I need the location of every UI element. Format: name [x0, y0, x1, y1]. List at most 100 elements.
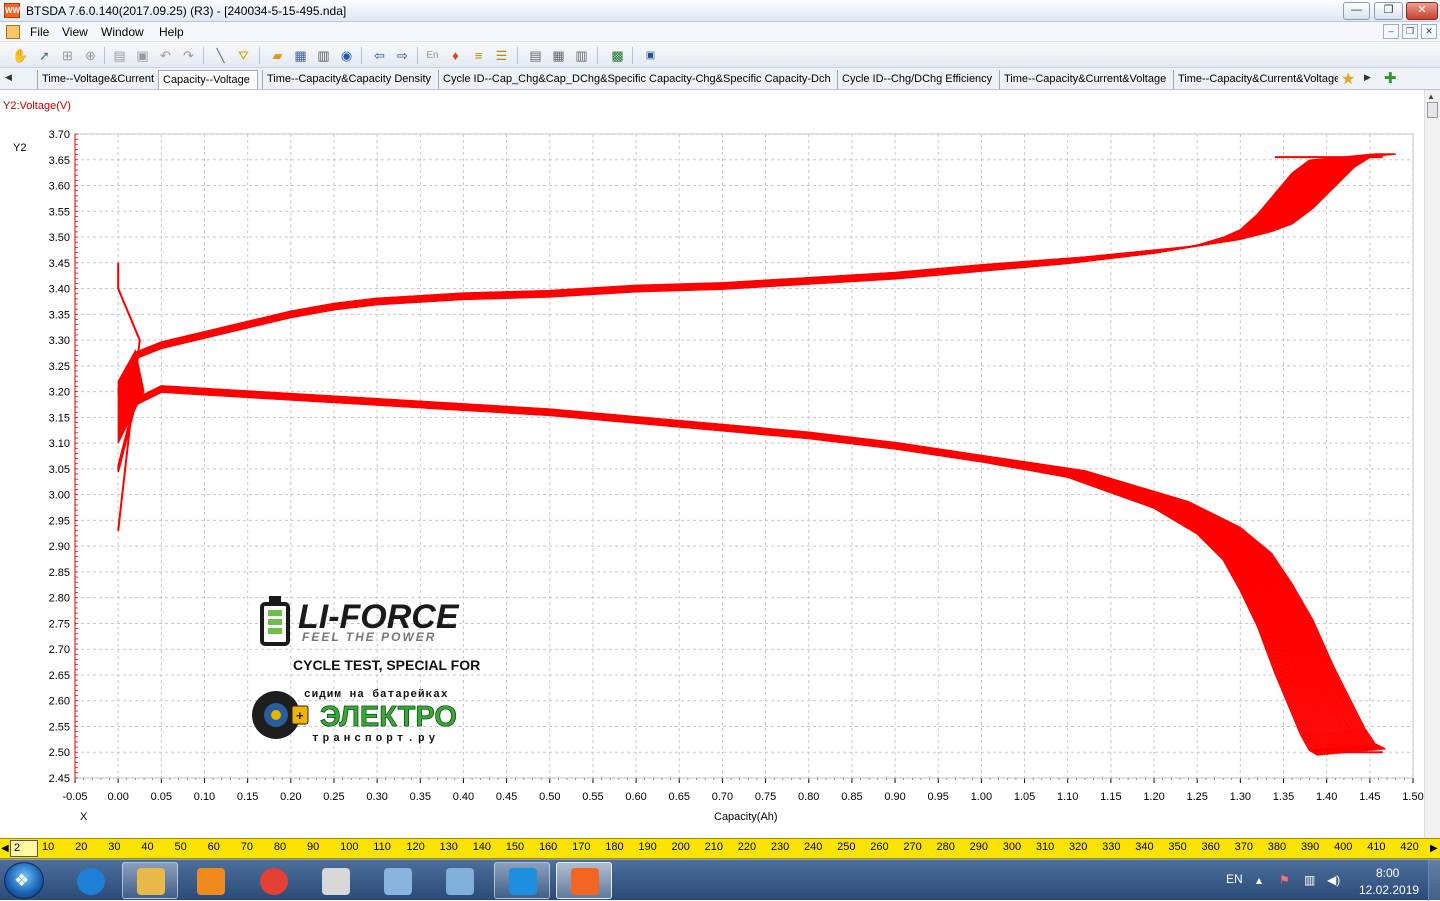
edit-list-icon[interactable]: ≡ — [470, 47, 487, 64]
ruler-tick-label: 290 — [969, 841, 988, 853]
charge-curve — [117, 153, 1391, 390]
chrome-taskbar-button[interactable] — [245, 862, 301, 899]
ruler-tick-label: 30 — [108, 841, 121, 853]
redo-icon[interactable]: ↷ — [180, 47, 197, 64]
charge-curve — [117, 153, 1389, 390]
filter-icon[interactable]: ⛛ — [235, 47, 252, 64]
ruler-start-value[interactable]: 2 — [10, 840, 38, 857]
mdi-close-button[interactable]: ✕ — [1421, 24, 1437, 39]
app-icon[interactable]: WW — [4, 3, 20, 18]
open-folder-icon[interactable]: ▰ — [269, 47, 286, 64]
y-tick-label: 2.80 — [49, 593, 70, 605]
tire-logo-icon: + — [252, 691, 309, 739]
x-tick-label: 1.40 — [1316, 791, 1337, 803]
vertical-scrollbar[interactable]: ▲ — [1424, 90, 1440, 838]
cycle-ruler[interactable]: ◀ 2 10 20 30 40 50 60 70 80 90 100 110 120 130 140 150… — [0, 838, 1440, 859]
copy-view-icon[interactable]: ▣ — [134, 47, 151, 64]
start-button[interactable]: ❖ — [4, 862, 44, 899]
scroll-thumb[interactable] — [1427, 102, 1438, 118]
tab-scroll-left-icon[interactable]: ◀ — [5, 72, 12, 83]
ruler-tick-label: 200 — [671, 841, 690, 853]
table-view-icon[interactable]: ▤ — [527, 47, 544, 64]
menu-window[interactable]: Window — [101, 25, 144, 39]
ruler-tick-label: 230 — [770, 841, 790, 853]
maximize-button[interactable]: ❐ — [1374, 2, 1403, 20]
x-tick-label: 1.50 — [1402, 791, 1423, 803]
star-icon[interactable]: ★ — [1341, 69, 1355, 89]
x-tick-label: 0.90 — [884, 791, 905, 803]
tab-time-capacity-current-voltage-2[interactable]: Time--Capacity&Current&Voltage — [1173, 70, 1338, 89]
tab-cycle-efficiency[interactable]: Cycle ID--Chg/DChg Efficiency — [837, 70, 995, 89]
tray-expand-icon[interactable]: ▴ — [1256, 873, 1262, 887]
clock-time[interactable]: 8:00 — [1376, 866, 1399, 880]
draw-line-icon[interactable]: ╲ — [212, 47, 229, 64]
paint-taskbar-button[interactable] — [431, 862, 487, 899]
tab-time-voltage-current[interactable]: Time--Voltage&Current — [37, 70, 154, 89]
tab-time-capacity-current-voltage[interactable]: Time--Capacity&Current&Voltage — [999, 70, 1169, 89]
volume-icon[interactable]: ◀) — [1327, 873, 1340, 887]
marker-pin-icon[interactable]: ♦ — [447, 47, 464, 64]
mdi-minimize-button[interactable]: – — [1383, 24, 1399, 39]
y-tick-label: 2.85 — [49, 567, 70, 579]
x-tick-label: 0.35 — [410, 791, 431, 803]
fit-view-icon[interactable]: ▤ — [111, 47, 128, 64]
minimize-button[interactable]: — — [1343, 2, 1370, 20]
zoom-icon[interactable]: ⊕ — [82, 47, 99, 64]
charge-curve — [117, 153, 1394, 390]
x-tick-label: 1.35 — [1273, 791, 1294, 803]
file-explorer-taskbar-button[interactable] — [122, 862, 178, 899]
clock-date[interactable]: 12.02.2019 — [1359, 883, 1419, 897]
scroll-up-icon[interactable]: ▲ — [1427, 92, 1435, 101]
report-icon[interactable]: ▣ — [642, 47, 659, 64]
media-player-taskbar-button[interactable] — [182, 862, 238, 899]
save-icon[interactable]: ▦ — [292, 47, 309, 64]
pointer-icon[interactable]: ➚ — [36, 47, 53, 64]
package-box-taskbar-button[interactable] — [307, 862, 363, 899]
excel-export-icon[interactable]: ▩ — [609, 47, 626, 64]
menu-bar: File View Window Help – ❐ ✕ — [0, 22, 1440, 42]
capacity-voltage-plot[interactable]: -0.05 0.00 0.05 0.10 0.15 0.20 0.25 0.30 0.35 0.4… — [0, 90, 1424, 838]
mdi-restore-button[interactable]: ❐ — [1402, 24, 1418, 39]
x-tick-label: 0.00 — [107, 791, 128, 803]
help-icon[interactable]: ◉ — [338, 47, 355, 64]
btsda-analyzer-taskbar-button[interactable] — [556, 862, 612, 899]
data-grid-icon[interactable]: ▦ — [550, 47, 567, 64]
zoom-region-icon[interactable]: ⊞ — [59, 47, 76, 64]
add-chart-icon[interactable]: ✚ — [1384, 69, 1397, 87]
document-icon[interactable] — [6, 25, 20, 39]
chart-tab-bar: ◀ Time--Voltage&Current Capacity--Voltag… — [0, 68, 1440, 90]
menu-file[interactable]: File — [30, 25, 49, 39]
x-tick-label: 1.30 — [1230, 791, 1251, 803]
internet-explorer-taskbar-button[interactable] — [62, 862, 118, 899]
close-button[interactable]: ✕ — [1406, 2, 1438, 20]
network-icon[interactable]: ▥ — [1304, 873, 1315, 887]
record-list-icon[interactable]: ▥ — [573, 47, 590, 64]
y-axis-label: Y2 — [13, 142, 27, 154]
language-indicator[interactable]: EN — [1226, 872, 1243, 886]
menu-help[interactable]: Help — [159, 25, 184, 39]
y-tick-label: 3.05 — [49, 464, 70, 476]
ruler-right-arrow-icon[interactable]: ▶ — [1430, 843, 1438, 854]
x-tick-label: 0.85 — [841, 791, 862, 803]
undo-icon[interactable]: ↶ — [157, 47, 174, 64]
previous-arrow-icon[interactable]: ⇦ — [371, 47, 388, 64]
print-icon[interactable]: ▥ — [315, 47, 332, 64]
ruler-left-arrow-icon[interactable]: ◀ — [1, 843, 9, 854]
menu-view[interactable]: View — [62, 25, 88, 39]
ruler-tick-label: 160 — [538, 841, 558, 853]
language-icon[interactable]: En — [424, 47, 441, 64]
sort-list-icon[interactable]: ☰ — [493, 47, 510, 64]
tab-scroll-right-icon[interactable]: ▶ — [1364, 72, 1371, 83]
calculator-taskbar-button[interactable] — [369, 862, 425, 899]
tab-time-capacity-density[interactable]: Time--Capacity&Capacity Density — [262, 70, 434, 89]
x-axis-title: Capacity(Ah) — [714, 811, 778, 823]
tab-capacity-voltage[interactable]: Capacity--Voltage — [158, 70, 258, 89]
btsda-monitor-taskbar-button[interactable] — [494, 862, 550, 899]
tray-flag-icon[interactable]: ⚑ — [1279, 873, 1290, 887]
pan-hand-icon[interactable]: ✋ — [12, 47, 29, 64]
watermark-tagline: FEEL THE POWER — [302, 630, 436, 644]
chart-area[interactable]: -0.05 0.00 0.05 0.10 0.15 0.20 0.25 0.30 0.35 0.4… — [0, 90, 1424, 838]
next-arrow-icon[interactable]: ⇨ — [394, 47, 411, 64]
show-desktop-button[interactable] — [1428, 860, 1440, 901]
tab-cycle-capacity[interactable]: Cycle ID--Cap_Chg&Cap_DChg&Specific Capa… — [438, 70, 831, 89]
